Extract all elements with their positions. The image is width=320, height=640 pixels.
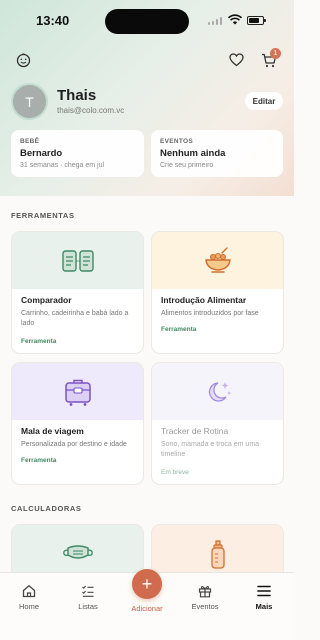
tab-lists-label: Listas xyxy=(78,602,98,611)
cart-count-badge: 1 xyxy=(270,48,281,59)
tool-card-comparador[interactable]: Comparador Carrinho, cadeirinha e babá l… xyxy=(11,231,144,354)
tab-more-label: Mais xyxy=(255,602,273,611)
checklist-icon xyxy=(64,583,112,599)
status-time: 13:40 xyxy=(36,13,70,28)
events-card[interactable]: EVENTOS Nenhum ainda Crie seu primeiro xyxy=(151,130,283,177)
events-card-kicker: EVENTOS xyxy=(160,138,194,145)
signal-icon xyxy=(208,17,222,25)
tool-description: Sono, mamada e troca em uma timeline xyxy=(161,441,260,458)
tool-title: Tracker de Rotina xyxy=(161,426,229,436)
battery-icon xyxy=(247,16,266,25)
status-bar: 13:40 xyxy=(0,0,294,44)
tab-events[interactable]: Eventos xyxy=(181,583,229,611)
section-title-calculators: CALCULADORAS xyxy=(11,504,82,513)
baby-card-kicker: BEBÊ xyxy=(20,138,40,145)
user-email: thais@colo.com.vc xyxy=(57,106,125,115)
section-title-tools: FERRAMENTAS xyxy=(11,211,75,220)
menu-icon xyxy=(240,583,288,599)
tab-home[interactable]: Home xyxy=(5,583,53,611)
smiley-icon[interactable] xyxy=(15,52,31,68)
tool-card-mala-de-viagem[interactable]: Mala de viagem Personalizada por destino… xyxy=(11,362,144,485)
tool-title: Comparador xyxy=(21,295,72,305)
gift-icon xyxy=(181,583,229,599)
user-name: Thais xyxy=(57,87,97,104)
tool-title: Introdução Alimentar xyxy=(161,295,247,305)
home-icon xyxy=(5,583,53,599)
stroller-compare-icon xyxy=(12,232,143,289)
tab-events-label: Eventos xyxy=(191,602,219,611)
baby-card[interactable]: BEBÊ Bernardo 31 semanas · chega em jul xyxy=(11,130,144,177)
plus-icon: + xyxy=(141,573,153,594)
tool-card-introducao-alimentar[interactable]: Introdução Alimentar Alimentos introduzi… xyxy=(151,231,284,354)
events-card-subtitle: Crie seu primeiro xyxy=(160,162,214,169)
food-bowl-icon xyxy=(152,232,283,289)
tool-card-tracker-de-rotina[interactable]: Tracker de Rotina Sono, mamada e troca e… xyxy=(151,362,284,485)
heart-icon[interactable] xyxy=(228,52,245,68)
tool-title: Mala de viagem xyxy=(21,426,84,436)
baby-name: Bernardo xyxy=(20,148,63,159)
edit-profile-button[interactable]: Editar xyxy=(245,92,283,110)
suitcase-icon xyxy=(12,363,143,420)
tool-description: Carrinho, cadeirinha e babá lado a lado xyxy=(21,310,129,327)
baby-due-info: 31 semanas · chega em jul xyxy=(20,162,105,169)
app-screen: 13:40 1 T Thais thais@colo.com.vc Editar… xyxy=(0,0,294,640)
moon-stars-icon xyxy=(152,363,283,420)
tool-tag: Em breve xyxy=(161,469,189,476)
tool-tag: Ferramenta xyxy=(161,326,197,333)
tab-more[interactable]: Mais xyxy=(240,583,288,611)
tool-tag: Ferramenta xyxy=(21,338,57,345)
avatar[interactable]: T xyxy=(11,83,48,120)
tool-description: Personalizada por destino e idade xyxy=(21,441,127,448)
add-button[interactable]: + xyxy=(132,569,162,599)
wifi-icon xyxy=(228,14,242,25)
tool-description: Alimentos introduzidos por fase xyxy=(161,310,259,317)
tab-home-label: Home xyxy=(18,602,39,611)
tool-tag: Ferramenta xyxy=(21,457,57,464)
dynamic-island xyxy=(105,9,189,34)
tab-lists[interactable]: Listas xyxy=(64,583,112,611)
add-button-label: Adicionar xyxy=(131,604,163,613)
events-card-title: Nenhum ainda xyxy=(160,148,226,159)
